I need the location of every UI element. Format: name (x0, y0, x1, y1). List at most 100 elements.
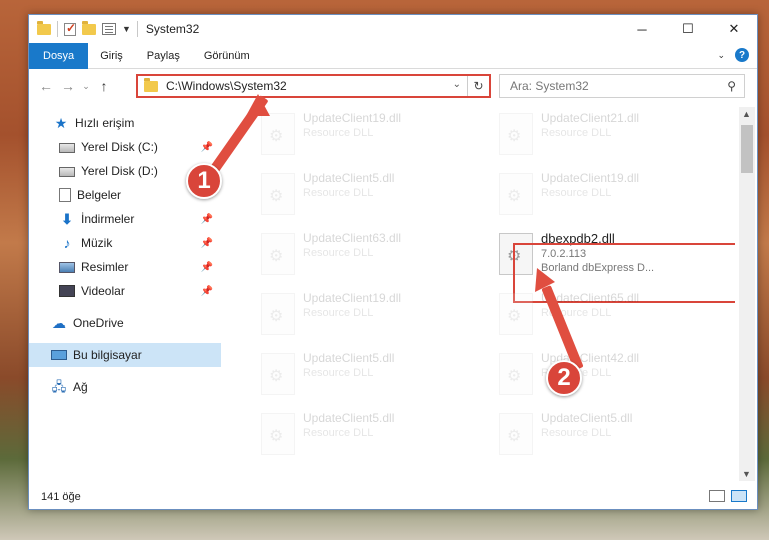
navigation-bar: ← → ⌄ ↑ C:\Windows\System32 ⌄ ↻ Ara: Sys… (29, 70, 757, 102)
pin-icon[interactable]: 📌 (201, 142, 213, 153)
recent-locations-icon[interactable]: ⌄ (79, 75, 93, 97)
dll-file-icon (499, 173, 533, 215)
sidebar-item-label: Müzik (81, 236, 113, 250)
file-type: Resource DLL (303, 127, 374, 139)
dll-file-icon (499, 353, 533, 395)
file-type: Resource DLL (303, 367, 374, 379)
properties-check-icon[interactable] (64, 21, 76, 36)
sidebar-item-downloads[interactable]: ⬇ İndirmeler 📌 (29, 207, 221, 231)
forward-button[interactable]: → (57, 75, 79, 97)
file-name: UpdateClient5.dll (303, 411, 395, 425)
explorer-window: ▼ System32 ─ ☐ ✕ Dosya Giriş Paylaş Görü… (28, 14, 758, 510)
dll-file-icon (261, 293, 295, 335)
sidebar-item-label: Bu bilgisayar (73, 348, 142, 362)
file-type: Resource DLL (303, 247, 374, 259)
star-icon: ★ (54, 115, 68, 131)
window-controls: ─ ☐ ✕ (619, 15, 757, 43)
customize-icon[interactable] (102, 23, 116, 35)
file-item[interactable]: UpdateClient21.dll Resource DLL (485, 107, 715, 163)
file-item[interactable]: UpdateClient19.dll Resource DLL (485, 167, 715, 223)
sidebar-item-label: Belgeler (77, 188, 122, 202)
details-view-icon[interactable] (709, 490, 725, 502)
file-list: UpdateClient19.dll Resource DLL UpdateCli… (229, 107, 735, 481)
address-dropdown-icon[interactable]: ⌄ (453, 79, 461, 90)
file-item[interactable]: UpdateClient5.dll Resource DLL (247, 347, 477, 403)
sidebar-item-label: OneDrive (73, 316, 124, 330)
dll-file-icon (261, 233, 295, 275)
dll-file-icon (499, 413, 533, 455)
file-type: Resource DLL (541, 427, 612, 439)
close-button[interactable]: ✕ (711, 15, 757, 43)
help-icon[interactable]: ? (735, 48, 749, 62)
sidebar-item-network[interactable]: 🖧 Ağ (29, 375, 221, 399)
window-title: System32 (145, 22, 200, 36)
scroll-up-icon[interactable]: ▲ (742, 109, 751, 119)
expand-ribbon-icon[interactable]: ⌄ (717, 50, 725, 61)
new-folder-icon[interactable] (82, 20, 96, 35)
pin-icon[interactable]: 📌 (201, 238, 213, 249)
computer-icon (51, 350, 67, 360)
address-path[interactable]: C:\Windows\System32 (166, 79, 287, 93)
tab-home[interactable]: Giriş (88, 43, 135, 69)
videos-icon (59, 285, 75, 297)
scroll-down-icon[interactable]: ▼ (742, 469, 751, 479)
file-item[interactable]: UpdateClient19.dll Resource DLL (247, 287, 477, 343)
documents-icon (59, 188, 71, 202)
file-item[interactable]: UpdateClient65.dllResource DLL (485, 287, 715, 343)
sidebar-item-videos[interactable]: Videolar 📌 (29, 279, 221, 303)
file-name: UpdateClient19.dll (303, 291, 402, 305)
tab-share[interactable]: Paylaş (135, 43, 192, 69)
dll-file-icon (261, 413, 295, 455)
item-count: 141 öğe (41, 491, 81, 503)
sidebar-item-label: Resimler (81, 260, 129, 274)
file-type: Resource DLL (541, 127, 612, 139)
search-input[interactable]: Ara: System32 ⚲ (499, 74, 745, 98)
file-item[interactable]: UpdateClient42.dllResource DLL (485, 347, 715, 403)
file-item[interactable]: UpdateClient5.dll Resource DLL (247, 407, 477, 463)
annotation-callout-1: 1 (186, 163, 222, 199)
ribbon-tabs: Dosya Giriş Paylaş Görünüm ⌄ ? (29, 42, 757, 69)
sidebar-item-music[interactable]: ♪ Müzik 📌 (29, 231, 221, 255)
sidebar-item-label: Ağ (73, 380, 88, 394)
pin-icon[interactable]: 📌 (201, 286, 213, 297)
file-item[interactable]: UpdateClient63.dll Resource DLL (247, 227, 477, 283)
vertical-scrollbar[interactable]: ▲ ▼ (739, 107, 755, 481)
sidebar-item-pictures[interactable]: Resimler 📌 (29, 255, 221, 279)
back-button[interactable]: ← (35, 75, 57, 97)
tab-file[interactable]: Dosya (29, 42, 89, 69)
file-type: Resource DLL (303, 187, 374, 199)
sidebar-item-this-pc[interactable]: Bu bilgisayar (29, 343, 221, 367)
file-name: UpdateClient5.dll (303, 351, 395, 365)
pin-icon[interactable]: 📌 (201, 262, 213, 273)
address-bar[interactable]: C:\Windows\System32 ⌄ ↻ (136, 74, 491, 98)
qat-dropdown-icon[interactable]: ▼ (122, 24, 131, 34)
scroll-thumb[interactable] (741, 125, 753, 173)
sidebar-item-local-disk-c[interactable]: Yerel Disk (C:) 📌 (29, 135, 221, 159)
tiles-view-icon[interactable] (731, 490, 747, 502)
maximize-button[interactable]: ☐ (665, 15, 711, 43)
drive-icon (59, 143, 75, 153)
file-type: Resource DLL (303, 307, 374, 319)
search-icon[interactable]: ⚲ (727, 79, 736, 93)
sidebar-item-label: İndirmeler (81, 212, 135, 226)
refresh-icon[interactable]: ↻ (467, 76, 489, 96)
sidebar-item-label: Videolar (81, 284, 125, 298)
file-name: UpdateClient5.dll (303, 171, 395, 185)
minimize-button[interactable]: ─ (619, 15, 665, 43)
pin-icon[interactable]: 📌 (201, 214, 213, 225)
sidebar-item-onedrive[interactable]: ☁ OneDrive (29, 311, 221, 335)
file-item[interactable]: UpdateClient19.dll Resource DLL (247, 107, 477, 163)
dll-file-icon (261, 173, 295, 215)
sidebar-item-label: Yerel Disk (C:) (81, 140, 158, 154)
up-button[interactable]: ↑ (93, 75, 115, 97)
dll-file-icon (261, 353, 295, 395)
tab-view[interactable]: Görünüm (192, 43, 262, 69)
file-item[interactable]: UpdateClient5.dll Resource DLL (485, 407, 715, 463)
file-type: Resource DLL (541, 187, 612, 199)
ribbon-right-controls: ⌄ ? (717, 48, 749, 62)
search-placeholder: Ara: System32 (510, 79, 589, 93)
file-item[interactable]: UpdateClient5.dll Resource DLL (247, 167, 477, 223)
title-bar: ▼ System32 ─ ☐ ✕ (29, 15, 757, 43)
folder-icon (37, 20, 51, 35)
sidebar-item-quick-access[interactable]: ★ Hızlı erişim (29, 111, 221, 135)
